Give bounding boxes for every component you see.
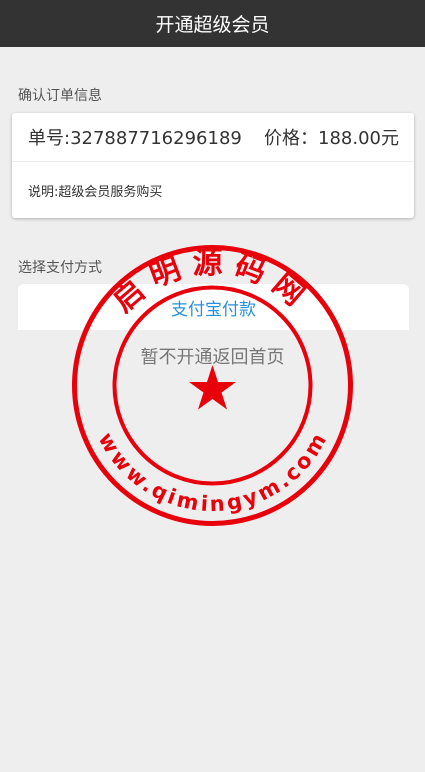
stamp-top-text: 启明源码网 xyxy=(106,246,318,319)
star-icon xyxy=(189,365,236,410)
page-title: 开通超级会员 xyxy=(155,14,270,36)
order-section-label: 确认订单信息 xyxy=(18,88,102,104)
page-header: 开通超级会员 xyxy=(0,0,425,47)
order-number: 单号:327887716296189 xyxy=(28,128,242,149)
price-value: 188.00元 xyxy=(318,128,399,149)
order-price: 价格：188.00元 xyxy=(264,124,399,150)
order-card: 单号:327887716296189 价格：188.00元 说明:超级会员服务购… xyxy=(12,113,414,218)
order-summary-row: 单号:327887716296189 价格：188.00元 xyxy=(12,113,414,162)
price-label: 价格： xyxy=(264,128,319,149)
stamp-bottom-text: www.qimingym.com xyxy=(93,429,331,517)
watermark-stamp: 启明源码网 www.qimingym.com xyxy=(72,245,353,526)
order-description: 说明:超级会员服务购买 xyxy=(28,184,163,200)
